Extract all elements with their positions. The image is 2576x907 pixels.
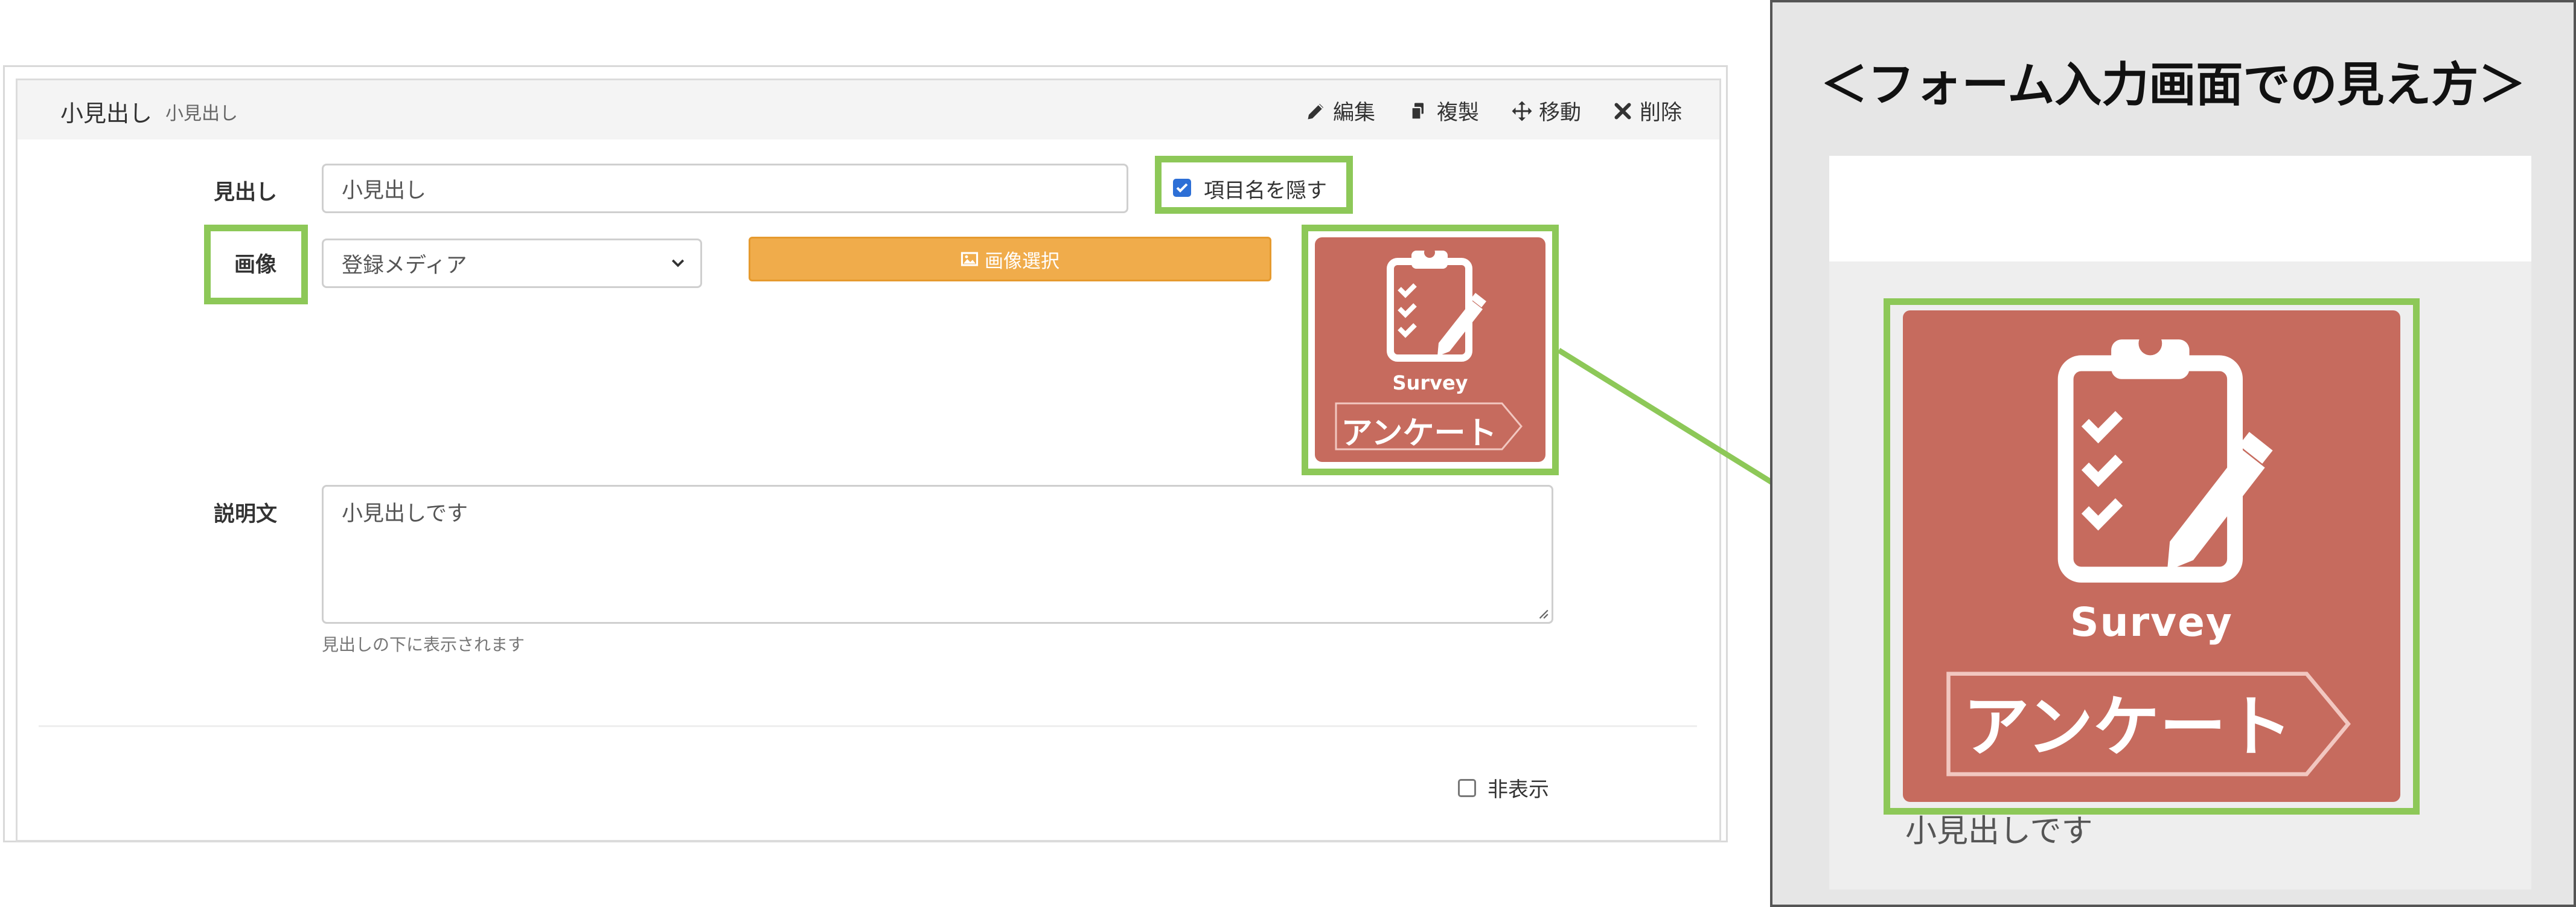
preview-header-area xyxy=(1829,156,2531,261)
heading-input-value: 小見出し xyxy=(342,178,427,203)
survey-caption: Survey xyxy=(2070,599,2233,646)
survey-image-thumbnail: Survey アンケート xyxy=(1315,237,1545,462)
close-icon xyxy=(1614,103,1631,119)
resize-handle-icon[interactable] xyxy=(1536,606,1549,620)
pencil-icon xyxy=(1308,103,1323,119)
description-help-text: 見出しの下に表示されます xyxy=(322,635,525,655)
block-subtitle: 小見出し xyxy=(165,103,238,124)
move-icon xyxy=(1512,101,1532,121)
preview-title: ＜フォーム入力画面での見え方＞ xyxy=(1820,58,2526,112)
hidden-checkbox[interactable] xyxy=(1458,779,1476,797)
delete-button[interactable]: 削除 xyxy=(1612,95,1682,126)
copy-icon xyxy=(1411,103,1424,120)
image-icon xyxy=(960,252,979,266)
move-button[interactable]: 移動 xyxy=(1511,95,1581,126)
duplicate-button[interactable]: 複製 xyxy=(1409,95,1479,126)
survey-banner: アンケート xyxy=(1341,415,1497,452)
description-textarea[interactable]: 小見出しです xyxy=(322,485,1553,624)
image-source-value: 登録メディア xyxy=(342,253,467,278)
hidden-label: 非表示 xyxy=(1488,778,1549,802)
delete-button-label: 削除 xyxy=(1640,101,1683,125)
description-value: 小見出しです xyxy=(342,502,468,526)
survey-image-preview: Survey アンケート xyxy=(1903,310,2400,802)
edit-button-label: 編集 xyxy=(1333,101,1376,125)
heading-input[interactable]: 小見出し xyxy=(322,164,1128,213)
survey-banner: アンケート xyxy=(1963,688,2293,766)
chevron-down-icon xyxy=(671,259,685,268)
survey-caption: Survey xyxy=(1392,371,1468,394)
select-image-button-label: 画像選択 xyxy=(985,250,1059,272)
duplicate-button-label: 複製 xyxy=(1437,101,1480,125)
edit-button[interactable]: 編集 xyxy=(1305,95,1375,126)
divider xyxy=(39,725,1697,727)
select-image-button[interactable]: 画像選択 xyxy=(749,237,1271,281)
hide-name-label: 項目名を隠す xyxy=(1204,179,1327,203)
description-label: 説明文 xyxy=(214,502,278,527)
image-source-select[interactable]: 登録メディア xyxy=(322,239,702,288)
check-icon xyxy=(1176,183,1188,193)
hide-name-checkbox[interactable] xyxy=(1173,179,1191,197)
image-label: 画像 xyxy=(234,253,277,277)
preview-description-text: 小見出しです xyxy=(1905,813,2093,850)
block-title: 小見出し xyxy=(60,100,153,127)
move-button-label: 移動 xyxy=(1539,101,1582,125)
heading-label: 見出し xyxy=(214,181,278,205)
